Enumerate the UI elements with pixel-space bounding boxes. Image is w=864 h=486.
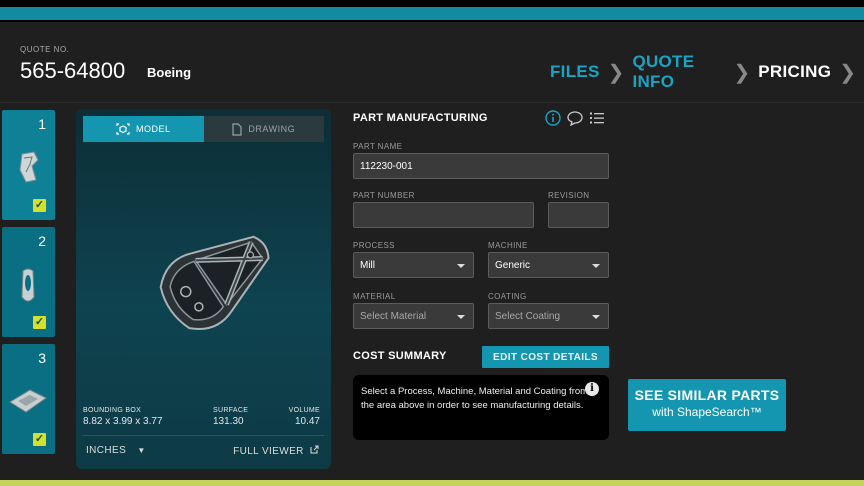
part-thumb-1[interactable]: 1 ✓ xyxy=(2,110,55,220)
similar-button-title: SEE SIMILAR PARTS xyxy=(634,387,780,403)
part-thumb-number: 2 xyxy=(38,233,46,249)
part-thumbnail-icon xyxy=(9,389,47,413)
model-viewer[interactable]: MODEL DRAWING BOUNDING BOX 8.82 x 3.99 x… xyxy=(76,109,331,469)
checkbox-checked[interactable]: ✓ xyxy=(33,199,46,212)
comment-icon[interactable] xyxy=(567,110,583,126)
revision-label: REVISION xyxy=(548,191,590,200)
part-thumb-number: 1 xyxy=(38,116,46,132)
machine-label: MACHINE xyxy=(488,241,528,250)
nav-step-files[interactable]: FILES xyxy=(550,62,600,82)
quote-number: 565-64800 xyxy=(20,58,126,83)
see-similar-parts-button[interactable]: SEE SIMILAR PARTS with ShapeSearch™ xyxy=(628,379,786,431)
part-thumbnail-icon xyxy=(19,151,39,183)
viewer-divider xyxy=(83,435,324,436)
tab-drawing[interactable]: DRAWING xyxy=(203,116,324,142)
bounding-box-label: BOUNDING BOX xyxy=(83,407,142,414)
full-viewer-link[interactable]: FULL VIEWER xyxy=(233,445,319,457)
units-label: INCHES xyxy=(86,445,127,456)
part-3d-model xyxy=(159,235,270,330)
part-name-input[interactable]: 112230-001 xyxy=(353,153,609,179)
manufacturing-actions xyxy=(545,110,605,126)
volume-label: VOLUME xyxy=(288,407,320,414)
cube-icon xyxy=(116,123,130,135)
nav-step-quote-info[interactable]: QUOTE INFO xyxy=(632,52,725,92)
bounding-box-value: 8.82 x 3.99 x 3.77 xyxy=(83,416,163,427)
quote-company: Boeing xyxy=(147,65,192,80)
tab-model-label: MODEL xyxy=(135,124,171,134)
cost-summary-message-text: Select a Process, Machine, Material and … xyxy=(361,386,589,411)
chevron-right-icon: ❯ xyxy=(733,61,751,84)
part-thumb-number: 3 xyxy=(38,350,46,366)
tab-drawing-label: DRAWING xyxy=(248,124,296,134)
machine-select[interactable]: Generic xyxy=(488,252,609,278)
checkbox-checked[interactable]: ✓ xyxy=(33,316,46,329)
part-thumb-3[interactable]: 3 ✓ xyxy=(2,344,55,454)
header: QUOTE NO. 565-64800 Boeing FILES ❯ QUOTE… xyxy=(0,22,864,102)
list-icon[interactable] xyxy=(589,110,605,126)
header-divider xyxy=(0,102,864,103)
chevron-right-icon: ❯ xyxy=(607,61,625,84)
units-dropdown[interactable]: INCHES ▼ xyxy=(86,445,146,456)
bottom-accent-bar xyxy=(0,480,864,486)
cost-summary-message: Select a Process, Machine, Material and … xyxy=(353,375,609,440)
full-viewer-label: FULL VIEWER xyxy=(233,446,304,457)
cost-summary-title: COST SUMMARY xyxy=(353,350,447,362)
checkbox-checked[interactable]: ✓ xyxy=(33,433,46,446)
process-label: PROCESS xyxy=(353,241,395,250)
quote-label: QUOTE NO. xyxy=(20,45,70,54)
surface-value: 131.30 xyxy=(213,416,244,427)
tab-model[interactable]: MODEL xyxy=(83,116,204,142)
info-icon[interactable]: i xyxy=(585,382,599,396)
external-link-icon xyxy=(310,445,319,454)
coating-label: COATING xyxy=(488,292,527,301)
material-select[interactable]: Select Material xyxy=(353,303,474,329)
document-icon xyxy=(232,122,243,136)
part-thumbnail-icon xyxy=(21,268,35,302)
part-thumb-2[interactable]: 2 ✓ xyxy=(2,227,55,337)
coating-select[interactable]: Select Coating xyxy=(488,303,609,329)
part-name-label: PART NAME xyxy=(353,142,403,151)
edit-cost-details-button[interactable]: EDIT COST DETAILS xyxy=(482,346,609,368)
process-select[interactable]: Mill xyxy=(353,252,474,278)
part-manufacturing-title: PART MANUFACTURING xyxy=(353,112,488,124)
viewer-tabs: MODEL DRAWING xyxy=(83,116,324,142)
caret-down-icon: ▼ xyxy=(137,446,146,455)
surface-label: SURFACE xyxy=(213,407,249,414)
step-nav: FILES ❯ QUOTE INFO ❯ PRICING ❯ xyxy=(550,52,864,92)
chevron-right-icon: ❯ xyxy=(839,61,856,84)
top-accent-bar xyxy=(0,7,864,20)
material-label: MATERIAL xyxy=(353,292,396,301)
nav-step-pricing[interactable]: PRICING xyxy=(758,62,831,82)
part-number-label: PART NUMBER xyxy=(353,191,415,200)
volume-value: 10.47 xyxy=(294,416,320,427)
part-number-input[interactable] xyxy=(353,202,534,228)
revision-input[interactable] xyxy=(548,202,609,228)
info-icon[interactable] xyxy=(545,110,561,126)
similar-button-subtitle: with ShapeSearch™ xyxy=(652,405,762,419)
